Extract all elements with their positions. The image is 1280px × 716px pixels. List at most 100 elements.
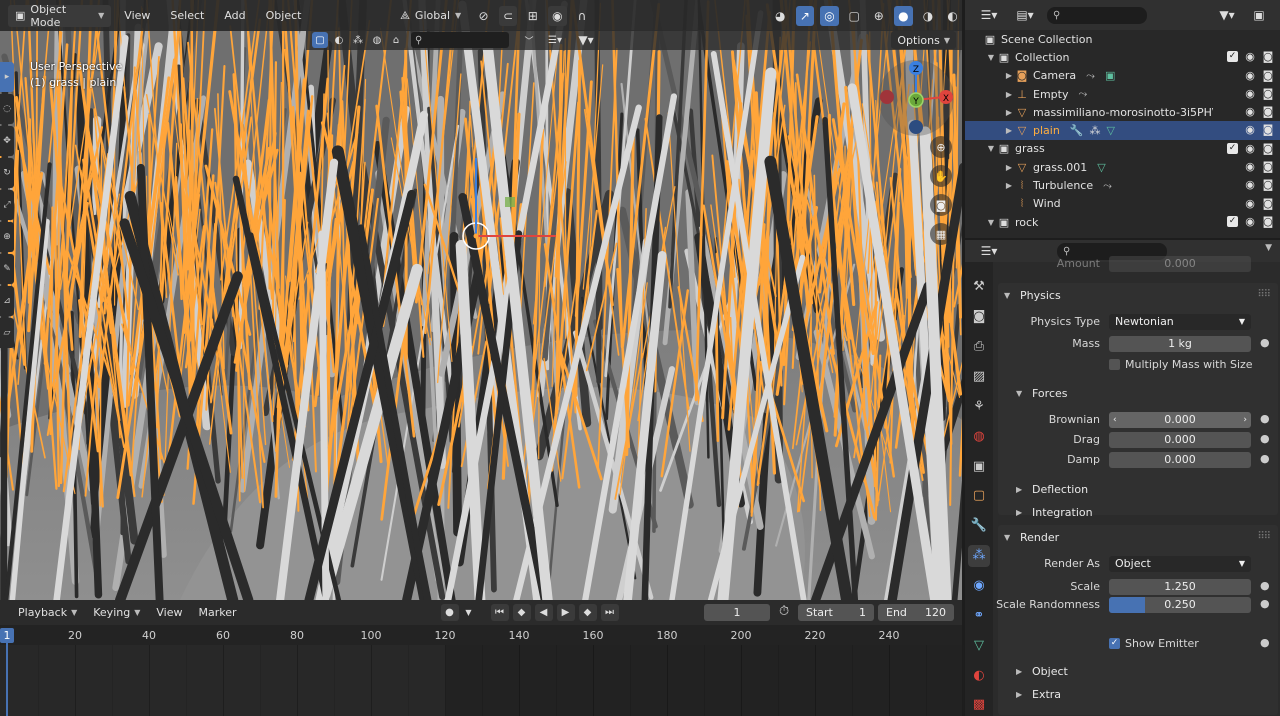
tool-cursor-icon[interactable]: ◌ bbox=[0, 94, 14, 124]
extra-subpanel-header[interactable]: ▶ Extra bbox=[1016, 688, 1061, 701]
menu-add[interactable]: Add bbox=[217, 5, 252, 27]
menu-object[interactable]: Object bbox=[259, 5, 309, 27]
camera-render-icon[interactable]: ◙ bbox=[1262, 50, 1274, 63]
scale-randomness-slider[interactable]: 0.250 bbox=[1109, 597, 1251, 613]
select-box-icon[interactable]: ▢ bbox=[312, 32, 328, 48]
current-frame-field[interactable]: 1 bbox=[704, 604, 770, 621]
play-reverse-icon[interactable]: ◀ bbox=[534, 604, 553, 621]
integration-subpanel-header[interactable]: ▶ Integration bbox=[1016, 506, 1093, 519]
camera-render-icon[interactable]: ◙ bbox=[1262, 197, 1274, 210]
menu-playback[interactable]: Playback ▼ bbox=[12, 606, 83, 619]
eye-icon[interactable]: ◉ bbox=[1244, 142, 1256, 155]
filter-icon[interactable]: ▼▾ bbox=[572, 32, 600, 48]
keyframe-dot-icon[interactable]: ● bbox=[1260, 579, 1270, 592]
menu-view[interactable]: View bbox=[117, 5, 157, 27]
camera-render-icon[interactable]: ◙ bbox=[1262, 69, 1274, 82]
timeline-editor[interactable]: Playback ▼ Keying ▼ View Marker ● ▼ ⏮ ◆ ◀ … bbox=[0, 600, 964, 716]
shading-solid-icon[interactable]: ● bbox=[894, 5, 913, 26]
world-icon[interactable]: ◍ bbox=[369, 32, 385, 48]
render-as-dropdown[interactable]: Object ▼ bbox=[1109, 556, 1251, 572]
expand-right-icon[interactable]: ▶ bbox=[1003, 163, 1015, 172]
playhead-frame-badge[interactable]: 1 bbox=[0, 628, 14, 643]
falloff-icon[interactable]: ∩ bbox=[573, 6, 592, 26]
scale-field[interactable]: 1.250 bbox=[1109, 579, 1251, 595]
camera-render-icon[interactable]: ◙ bbox=[1262, 142, 1274, 155]
outliner-row-scene-collection[interactable]: ▣ Scene Collection bbox=[965, 30, 1280, 48]
prev-keyframe-icon[interactable]: ◆ bbox=[512, 604, 531, 621]
eye-icon[interactable]: ◉ bbox=[1244, 215, 1256, 228]
render-tab-icon[interactable]: ◙ bbox=[968, 306, 990, 328]
shading-material-icon[interactable]: ◑ bbox=[919, 6, 938, 26]
chevron-down-icon[interactable]: ▼ bbox=[463, 604, 475, 621]
outliner-search-input[interactable]: ⚲ bbox=[1047, 6, 1147, 24]
camera-render-icon[interactable]: ◙ bbox=[1262, 87, 1274, 100]
tool-measure-icon[interactable]: ⊿ bbox=[0, 286, 14, 316]
tool-transform-icon[interactable]: ⊕ bbox=[0, 222, 14, 252]
shading-wireframe-icon[interactable]: ⊕ bbox=[869, 6, 888, 26]
chevron-down-icon[interactable]: ﹀ bbox=[520, 32, 538, 48]
deflection-subpanel-header[interactable]: ▶ Deflection bbox=[1016, 483, 1088, 496]
mode-selector[interactable]: ▣ Object Mode ▼ bbox=[8, 3, 112, 29]
panel-grip-icon[interactable]: ⠿⠿ bbox=[1257, 289, 1271, 300]
damp-field[interactable]: 0.000 bbox=[1109, 452, 1251, 468]
eye-icon[interactable]: ◉ bbox=[1244, 50, 1256, 63]
pivot-icon[interactable]: ⊘ bbox=[474, 6, 493, 26]
data-tab-icon[interactable]: ▽ bbox=[968, 634, 990, 656]
start-frame-field[interactable]: Start 1 bbox=[798, 604, 874, 621]
expand-down-icon[interactable]: ▼ bbox=[985, 218, 997, 227]
next-keyframe-icon[interactable]: ◆ bbox=[578, 604, 597, 621]
eye-icon[interactable]: ◉ bbox=[1244, 105, 1256, 118]
keyframe-dot-icon[interactable]: ● bbox=[1260, 412, 1270, 425]
world-tab-icon[interactable]: ◍ bbox=[968, 425, 990, 447]
tool-rotate-icon[interactable]: ↻ bbox=[0, 158, 14, 188]
end-frame-field[interactable]: End 120 bbox=[878, 604, 954, 621]
view-layer-tab-icon[interactable]: ▨ bbox=[968, 366, 990, 388]
outliner[interactable]: ☰▾ ▤▾ ⚲ ▼▾ ▣ ▣ Scene Collection ▼ ▣ Coll… bbox=[965, 0, 1280, 238]
material-icon[interactable]: ◐ bbox=[331, 32, 347, 48]
menu-keying[interactable]: Keying ▼ bbox=[87, 606, 146, 619]
eye-icon[interactable]: ◉ bbox=[1244, 123, 1256, 136]
multiply-mass-checkbox[interactable] bbox=[1109, 359, 1120, 370]
physics-panel-header[interactable]: ▼ Physics bbox=[1004, 289, 1061, 302]
transform-orientation-dropdown[interactable]: ⟁ Global ▼ bbox=[393, 5, 468, 27]
show-emitter-checkbox[interactable]: ✓ bbox=[1109, 638, 1120, 649]
overlay-toggle-icon[interactable]: ◎ bbox=[820, 5, 839, 26]
outliner-row-wind[interactable]: ⦚ Wind ◉ ◙ bbox=[965, 195, 1280, 213]
outliner-row-grass-collection[interactable]: ▼ ▣ grass ✓ ◉ ◙ bbox=[965, 140, 1280, 158]
zoom-icon[interactable]: ⊕ bbox=[930, 136, 952, 158]
mass-field[interactable]: 1 kg bbox=[1109, 336, 1251, 352]
keyframe-dot-icon[interactable]: ● bbox=[1260, 452, 1270, 465]
eye-icon[interactable]: ◉ bbox=[1244, 69, 1256, 82]
snap-target-icon[interactable]: ⊞ bbox=[523, 6, 542, 26]
tool-scale-icon[interactable]: ⤢ bbox=[0, 190, 14, 220]
expand-right-icon[interactable]: ▶ bbox=[1003, 126, 1015, 135]
drag-field[interactable]: 0.000 bbox=[1109, 432, 1251, 448]
particles-icon[interactable]: ⁂ bbox=[350, 32, 366, 48]
outliner-row-grass-001[interactable]: ▶ ▽ grass.001 ▽ ◉ ◙ bbox=[965, 158, 1280, 176]
outliner-row-turbulence[interactable]: ▶ ⦚ Turbulence ⤳ ◉ ◙ bbox=[965, 176, 1280, 194]
object-subpanel-header[interactable]: ▶ Object bbox=[1016, 665, 1068, 678]
tool-add-cube-icon[interactable]: ▱ bbox=[0, 318, 14, 348]
new-collection-icon[interactable]: ▣ bbox=[1249, 5, 1269, 25]
include-checkbox[interactable]: ✓ bbox=[1227, 51, 1238, 63]
menu-timeline-view[interactable]: View bbox=[150, 606, 188, 619]
3d-viewport[interactable]: Z X Y ▣ Object Mode ▼ View Select Add Ob… bbox=[0, 0, 962, 600]
list-view-icon[interactable]: ☰▾ bbox=[541, 32, 569, 48]
expand-right-icon[interactable]: ▶ bbox=[1003, 90, 1015, 99]
visibility-icon[interactable]: ◕ bbox=[771, 6, 790, 26]
menu-marker[interactable]: Marker bbox=[192, 606, 242, 619]
outliner-row-empty[interactable]: ▶ ⊥ Empty ⤳ ◉ ◙ bbox=[965, 85, 1280, 103]
keyframe-dot-icon[interactable]: ● bbox=[1260, 636, 1270, 649]
proportional-edit-icon[interactable]: ◉ bbox=[548, 5, 567, 26]
forces-subpanel-header[interactable]: ▼ Forces bbox=[1016, 387, 1068, 400]
filter-icon[interactable]: ▼▾ bbox=[1213, 5, 1241, 25]
eye-icon[interactable]: ◉ bbox=[1244, 197, 1256, 210]
expand-right-icon[interactable]: ▶ bbox=[1003, 108, 1015, 117]
render-panel-header[interactable]: ▼ Render bbox=[1004, 531, 1059, 544]
pan-hand-icon[interactable]: ✋ bbox=[930, 165, 952, 187]
texture-tab-icon[interactable]: ▩ bbox=[968, 694, 990, 716]
eye-icon[interactable]: ◉ bbox=[1244, 178, 1256, 191]
outliner-row-rock-collection[interactable]: ▼ ▣ rock ✓ ◉ ◙ bbox=[965, 213, 1280, 231]
jump-start-icon[interactable]: ⏮ bbox=[490, 604, 509, 621]
viewport-search-input[interactable]: ⚲ bbox=[411, 32, 509, 48]
